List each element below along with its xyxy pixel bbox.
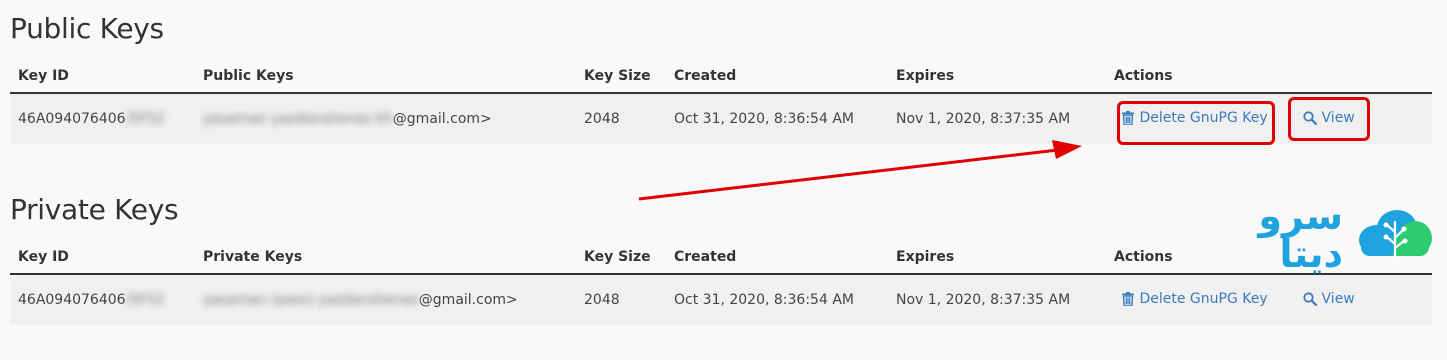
tree-cloud-icon: [1357, 208, 1433, 262]
view-key-link[interactable]: View: [1302, 290, 1355, 307]
delete-label: Delete GnuPG Key: [1139, 109, 1268, 126]
key-id-value: 46A094076406: [18, 111, 126, 127]
col-key-size: Key Size: [576, 240, 666, 275]
col-actions: Actions: [1106, 59, 1432, 94]
delete-label: Delete GnuPG Key: [1139, 290, 1268, 307]
key-id-cell: 46A094076406/5F52: [10, 274, 195, 325]
key-id-cell: 46A094076406/5F52: [10, 93, 195, 144]
expires-cell: Nov 1, 2020, 8:37:35 AM: [888, 274, 1106, 325]
table-row: 46A094076406/5F52 yasaman yazdanshenas k…: [10, 93, 1432, 144]
col-created: Created: [666, 59, 888, 94]
col-expires: Expires: [888, 59, 1106, 94]
col-created: Created: [666, 240, 888, 275]
table-header-row: Key ID Public Keys Key Size Created Expi…: [10, 59, 1432, 94]
key-size-cell: 2048: [576, 274, 666, 325]
public-keys-heading: Public Keys: [10, 12, 164, 45]
delete-gnupg-key-link[interactable]: Delete GnuPG Key: [1122, 290, 1268, 307]
trash-icon: [1122, 110, 1135, 125]
delete-gnupg-key-link[interactable]: Delete GnuPG Key: [1122, 109, 1268, 126]
created-cell: Oct 31, 2020, 8:36:54 AM: [666, 274, 888, 325]
key-name-cell: yasaman yazdanshenas kh@gmail.com>: [195, 93, 576, 144]
key-id-value: 46A094076406: [18, 292, 126, 308]
view-label: View: [1321, 109, 1355, 126]
col-private-keys: Private Keys: [195, 240, 576, 275]
redacted-text: yasaman (pass) yazdanshenas: [203, 292, 419, 308]
col-public-keys: Public Keys: [195, 59, 576, 94]
view-key-link[interactable]: View: [1302, 109, 1355, 126]
public-keys-table: Key ID Public Keys Key Size Created Expi…: [10, 59, 1432, 144]
search-icon: [1302, 291, 1317, 306]
key-name-cell: yasaman (pass) yazdanshenas@gmail.com>: [195, 274, 576, 325]
col-expires: Expires: [888, 240, 1106, 275]
actions-cell: Delete GnuPG Key View: [1106, 274, 1432, 325]
table-row: 46A094076406/5F52 yasaman (pass) yazdans…: [10, 274, 1432, 325]
trash-icon: [1122, 291, 1135, 306]
logo-text: سرو دیتا: [1258, 194, 1343, 276]
key-size-cell: 2048: [576, 93, 666, 144]
email-suffix: @gmail.com>: [418, 292, 518, 308]
expires-cell: Nov 1, 2020, 8:37:35 AM: [888, 93, 1106, 144]
actions-cell: Delete GnuPG Key View: [1106, 93, 1432, 144]
search-icon: [1302, 110, 1317, 125]
private-keys-heading: Private Keys: [10, 193, 179, 226]
redacted-text: yasaman yazdanshenas kh: [203, 111, 393, 127]
brand-logo: سرو دیتا: [1213, 197, 1433, 273]
created-cell: Oct 31, 2020, 8:36:54 AM: [666, 93, 888, 144]
col-key-id: Key ID: [10, 59, 195, 94]
email-suffix: @gmail.com>: [392, 111, 492, 127]
redacted-text: /5F52: [125, 292, 166, 308]
view-label: View: [1321, 290, 1355, 307]
col-key-size: Key Size: [576, 59, 666, 94]
redacted-text: /5F52: [125, 111, 166, 127]
col-key-id: Key ID: [10, 240, 195, 275]
